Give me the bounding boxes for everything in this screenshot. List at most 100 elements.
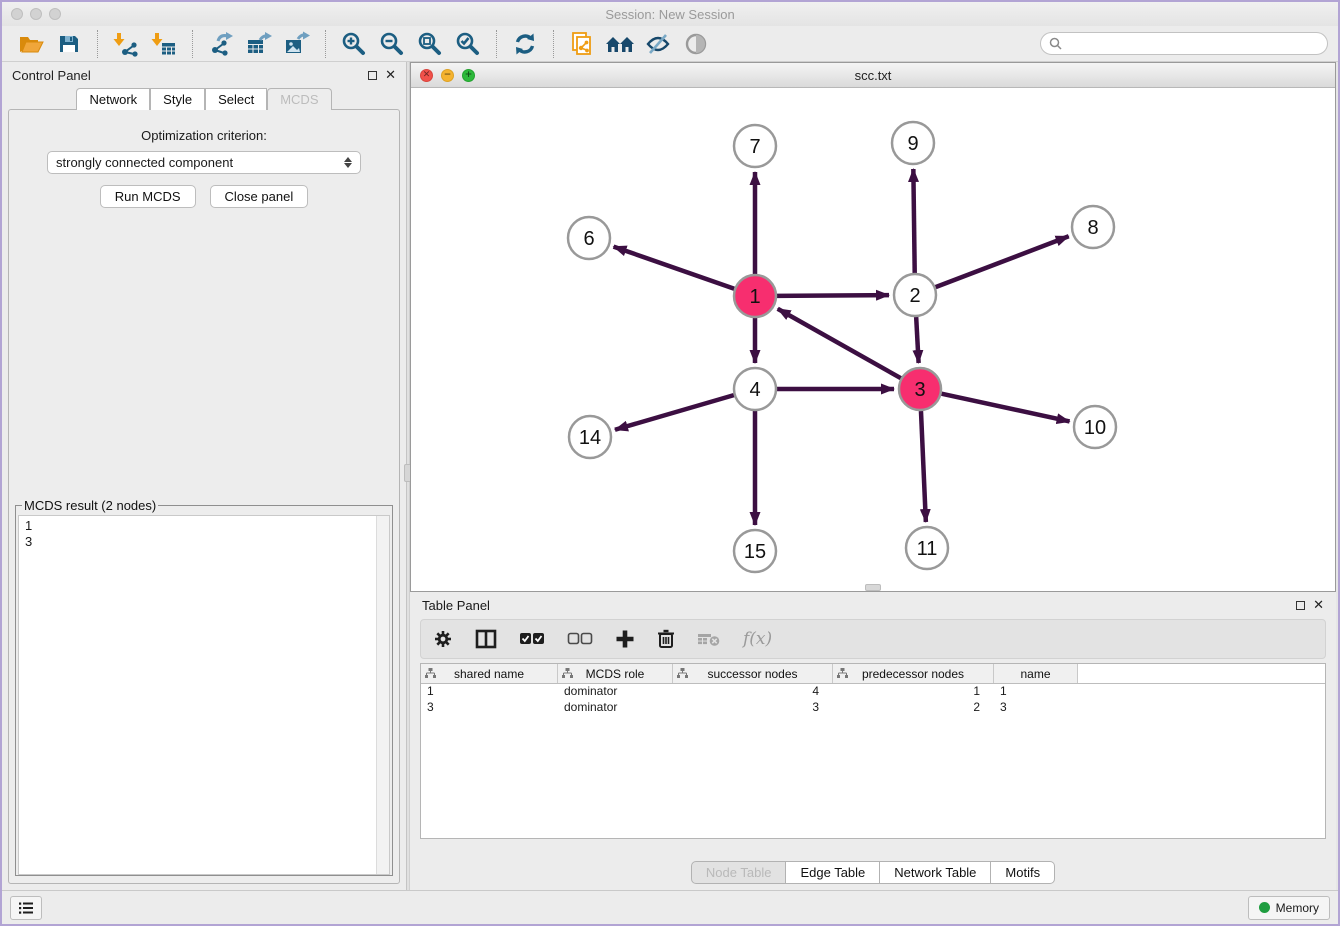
node-9[interactable]: 9 — [892, 122, 934, 164]
cell-name[interactable]: 1 — [994, 684, 1078, 700]
import-network-icon[interactable] — [111, 30, 141, 58]
cell-successor-nodes[interactable]: 4 — [673, 684, 833, 700]
tab-motifs[interactable]: Motifs — [991, 861, 1055, 884]
search-field[interactable] — [1040, 32, 1328, 55]
network-close-button[interactable]: ✕ — [420, 69, 433, 82]
export-network-icon[interactable] — [206, 30, 236, 58]
export-image-icon[interactable] — [282, 30, 312, 58]
duplicate-network-icon[interactable] — [567, 30, 597, 58]
horizontal-splitter-grip[interactable] — [865, 584, 881, 591]
table-row[interactable]: 3dominator323 — [421, 700, 1325, 716]
search-input[interactable] — [1067, 37, 1319, 51]
tab-select[interactable]: Select — [205, 88, 267, 110]
node-6[interactable]: 6 — [568, 217, 610, 259]
delete-row-icon[interactable] — [657, 629, 675, 649]
window-titlebar: Session: New Session — [2, 2, 1338, 26]
edge-3-1[interactable] — [778, 309, 901, 378]
node-label: 6 — [583, 228, 594, 250]
node-1[interactable]: 1 — [734, 275, 776, 317]
edge-4-14[interactable] — [615, 395, 734, 430]
mcds-result-item: 3 — [25, 534, 370, 550]
control-panel: Control Panel ✕ NetworkStyleSelectMCDS O… — [2, 62, 406, 890]
node-label: 1 — [749, 286, 760, 308]
cell-shared-name[interactable]: 1 — [421, 684, 558, 700]
column-header-successor-nodes[interactable]: successor nodes — [673, 664, 833, 683]
run-mcds-button[interactable]: Run MCDS — [100, 185, 196, 208]
table-row[interactable]: 1dominator411 — [421, 684, 1325, 700]
node-label: 8 — [1087, 217, 1098, 239]
cell-shared-name[interactable]: 3 — [421, 700, 558, 716]
node-7[interactable]: 7 — [734, 125, 776, 167]
cell-MCDS-role[interactable]: dominator — [558, 700, 673, 716]
save-session-icon[interactable] — [54, 30, 84, 58]
split-columns-icon[interactable] — [475, 629, 497, 649]
edge-3-11[interactable] — [921, 411, 926, 522]
zoom-out-icon[interactable] — [377, 30, 407, 58]
edge-2-3[interactable] — [916, 317, 918, 363]
edge-1-6[interactable] — [614, 247, 735, 289]
result-scrollbar[interactable] — [376, 516, 389, 874]
tab-style[interactable]: Style — [150, 88, 205, 110]
preview-eye-icon[interactable] — [681, 30, 711, 58]
network-maximize-button[interactable]: + — [462, 69, 475, 82]
node-11[interactable]: 11 — [906, 527, 948, 569]
node-label: 7 — [749, 136, 760, 158]
tab-network-table[interactable]: Network Table — [880, 861, 991, 884]
zoom-fit-icon[interactable] — [415, 30, 445, 58]
deselect-all-icon[interactable] — [567, 632, 593, 646]
node-3[interactable]: 3 — [899, 368, 941, 410]
float-panel-icon[interactable] — [368, 71, 377, 80]
node-14[interactable]: 14 — [569, 416, 611, 458]
refresh-layout-icon[interactable] — [510, 30, 540, 58]
cell-predecessor-nodes[interactable]: 2 — [833, 700, 994, 716]
node-label: 3 — [914, 379, 925, 401]
memory-button[interactable]: Memory — [1248, 896, 1330, 920]
network-canvas[interactable]: 1 2 3 4 6 7 8 9 10 11 14 15 — [411, 88, 1335, 591]
tab-node-table[interactable]: Node Table — [691, 861, 787, 884]
gear-icon[interactable] — [433, 629, 453, 649]
edge-3-10[interactable] — [941, 394, 1069, 422]
float-table-panel-icon[interactable] — [1296, 601, 1305, 610]
column-header-name[interactable]: name — [994, 664, 1078, 683]
node-8[interactable]: 8 — [1072, 206, 1114, 248]
node-4[interactable]: 4 — [734, 368, 776, 410]
application-window: Session: New Session — [2, 2, 1338, 924]
column-header-MCDS-role[interactable]: MCDS role — [558, 664, 673, 683]
edge-2-8[interactable] — [936, 236, 1069, 287]
tab-mcds[interactable]: MCDS — [267, 88, 331, 110]
column-header-shared-name[interactable]: shared name — [421, 664, 558, 683]
cell-name[interactable]: 3 — [994, 700, 1078, 716]
close-table-panel-icon[interactable]: ✕ — [1313, 599, 1324, 612]
close-panel-icon[interactable]: ✕ — [385, 69, 396, 82]
tab-network[interactable]: Network — [76, 88, 150, 110]
task-history-button[interactable] — [10, 896, 42, 920]
optimization-criterion-label: Optimization criterion: — [9, 128, 399, 143]
open-session-icon[interactable] — [16, 30, 46, 58]
zoom-in-icon[interactable] — [339, 30, 369, 58]
toggle-visibility-icon[interactable] — [643, 30, 673, 58]
node-15[interactable]: 15 — [734, 530, 776, 572]
export-table-icon[interactable] — [244, 30, 274, 58]
function-builder-icon: f(x) — [743, 629, 772, 649]
edge-2-9[interactable] — [913, 169, 914, 273]
tab-edge-table[interactable]: Edge Table — [786, 861, 880, 884]
select-all-icon[interactable] — [519, 632, 545, 646]
edge-1-2[interactable] — [777, 295, 889, 296]
network-minimize-button[interactable]: − — [441, 69, 454, 82]
import-table-icon[interactable] — [149, 30, 179, 58]
cell-MCDS-role[interactable]: dominator — [558, 684, 673, 700]
cell-successor-nodes[interactable]: 3 — [673, 700, 833, 716]
cell-predecessor-nodes[interactable]: 1 — [833, 684, 994, 700]
mcds-result-title: MCDS result (2 nodes) — [22, 498, 158, 513]
add-row-icon[interactable] — [615, 629, 635, 649]
zoom-selected-icon[interactable] — [453, 30, 483, 58]
column-header-predecessor-nodes[interactable]: predecessor nodes — [833, 664, 994, 683]
close-panel-button[interactable]: Close panel — [210, 185, 309, 208]
show-all-networks-icon[interactable] — [605, 30, 635, 58]
node-label: 10 — [1084, 417, 1106, 439]
mcds-result-box[interactable]: 13 — [18, 515, 390, 875]
node-2[interactable]: 2 — [894, 274, 936, 316]
optimization-criterion-select[interactable]: strongly connected component — [47, 151, 361, 174]
node-10[interactable]: 10 — [1074, 406, 1116, 448]
memory-status-icon — [1259, 902, 1270, 913]
